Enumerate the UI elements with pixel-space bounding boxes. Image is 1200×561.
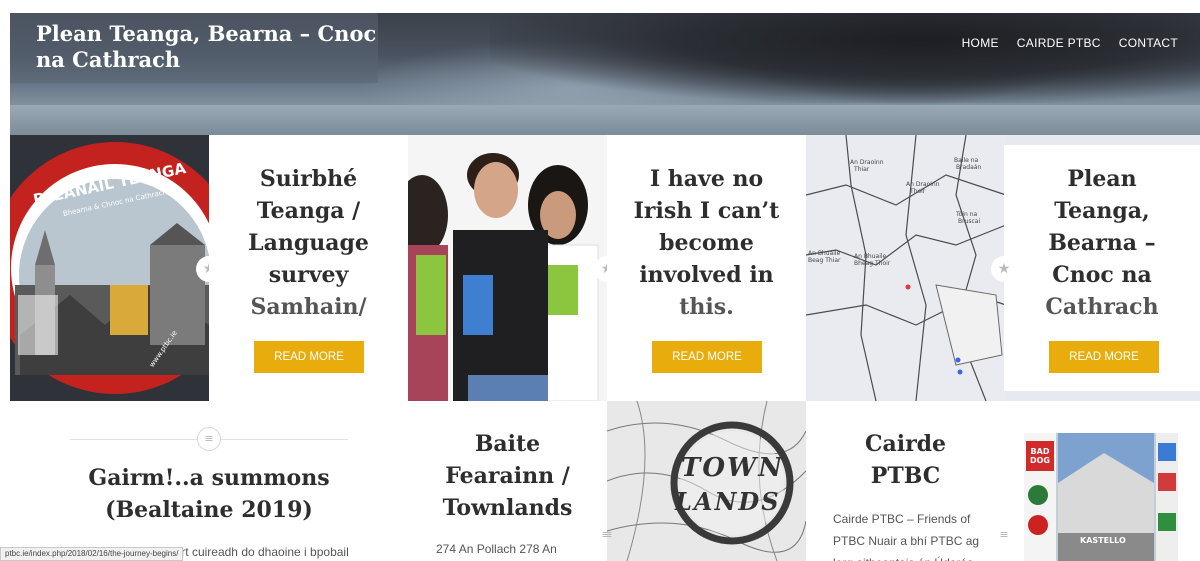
post-1-title[interactable]: Gairm!..a summons (Bealtaine 2019) [30,462,388,526]
map-label: Thiar [854,166,870,173]
read-more-button-1[interactable]: READ MORE [254,341,364,373]
map-label: Beag Thiar [808,257,841,264]
featured-1-title[interactable]: Suirbhé Teanga / Language survey Samhain… [209,163,408,323]
featured-2-title-line: this. [679,294,734,320]
post-2-title[interactable]: Baite Fearainn / Townlands [408,428,607,524]
featured-1-title-line: survey [268,262,349,288]
featured-3-title-line: Plean [1067,166,1137,192]
townlands-image-text: TOWN [681,453,784,483]
map-label: An Bhuaile [808,250,841,257]
post-2-title-line: Townlands [442,495,573,521]
map-label: Bheag Thoir [854,260,891,267]
featured-2-card: I have no Irish I can’t become involved … [607,135,806,401]
post-1-title-line: Gairm!..a summons [88,465,330,491]
students-image [408,135,607,401]
featured-1-title-line: Teanga / [256,198,361,224]
post-2-title-line: Fearainn / [445,463,570,489]
post-2-excerpt: 274 An Pollach 278 An [436,542,557,556]
site-header: Plean Teanga, Bearna – Cnoc na Cathrach … [10,13,1200,135]
townlands-image-text: LANDS [675,487,781,516]
map-label: Tóin na [956,211,978,218]
featured-2-image[interactable] [408,135,607,401]
featured-3-title-line: Bearna – [1048,230,1156,256]
post-4-excerpt-line: PTBC Nuair a bhí PTBC ag [833,534,980,548]
map-label: An Bhuaile [854,253,887,260]
featured-2-title-line: I have no [649,166,764,192]
browser-status-url: ptbc.ie/index.php/2018/02/16/the-journey… [0,547,184,561]
map-label: Bruscai [958,218,981,225]
post-format-icon: ≡ [603,528,613,541]
post-4-excerpt: Cairde PTBC – Friends of PTBC Nuair a bh… [833,508,1003,561]
featured-3-title-line: Cathrach [1045,294,1159,320]
featured-3-title[interactable]: Plean Teanga, Bearna – Cnoc na Cathrach [1004,163,1200,323]
post-3-image[interactable]: TOWN LANDS [607,401,806,561]
header-cloud-image [490,13,1200,103]
post-2-title-line: Baite [474,431,541,457]
featured-2-title-line: involved in [639,262,774,288]
featured-2-title[interactable]: I have no Irish I can’t become involved … [607,163,806,323]
map-label: Bradaán [956,164,982,171]
sticky-star-icon: ★ [991,256,1017,282]
post-4-image[interactable]: BAD DOG KASTELLO [1024,433,1178,561]
nav-item-contact[interactable]: CONTACT [1119,36,1178,50]
featured-1-title-line: Suirbhé [259,166,358,192]
featured-1-card: Suirbhé Teanga / Language survey Samhain… [209,135,408,401]
post-format-icon: ≡ [197,427,221,451]
read-more-button-2[interactable]: READ MORE [652,341,762,373]
featured-3-card: Plean Teanga, Bearna – Cnoc na Cathrach … [1004,145,1200,391]
nav-item-cairde-ptbc[interactable]: CAIRDE PTBC [1017,36,1101,50]
header-horizon-image [10,105,1200,135]
featured-3-title-line: Cnoc na [1052,262,1152,288]
featured-1-title-line: Language [248,230,369,256]
main-nav: HOME CAIRDE PTBC CONTACT [962,36,1178,50]
post-4-title-line: Cairde [864,431,947,457]
featured-2-title-line: Irish I can’t [633,198,780,224]
post-format-icon: ≡ [992,524,1016,548]
map-label: An Draoinn [850,159,884,166]
post-4-title-line: PTBC [870,463,941,489]
post-1-title-line: (Bealtaine 2019) [105,497,313,523]
collage-shop-text: KASTELLO [1080,536,1126,545]
map-label: Thoir [910,188,926,195]
featured-1-image[interactable]: PLEANÁIL TEANGA Bhearna & Chnoc na Cathr… [10,135,209,401]
site-title[interactable]: Plean Teanga, Bearna – Cnoc na Cathrach [36,21,386,73]
collage-sign-text: BAD DOG [1029,447,1050,465]
post-4-title[interactable]: Cairde PTBC [806,428,1005,492]
post-4-excerpt-line: lorg aitheantais ón Údarás [833,552,1003,561]
post-4-excerpt-line: Cairde PTBC – Friends of [833,512,971,526]
map-label: An Draoinn [906,181,940,188]
read-more-button-3[interactable]: READ MORE [1049,341,1159,373]
nav-item-home[interactable]: HOME [962,36,999,50]
featured-3-title-line: Teanga, [1054,198,1150,224]
featured-2-title-line: become [659,230,754,256]
featured-1-title-line: Samhain/ [250,294,367,320]
map-label: Baile na [954,157,979,164]
